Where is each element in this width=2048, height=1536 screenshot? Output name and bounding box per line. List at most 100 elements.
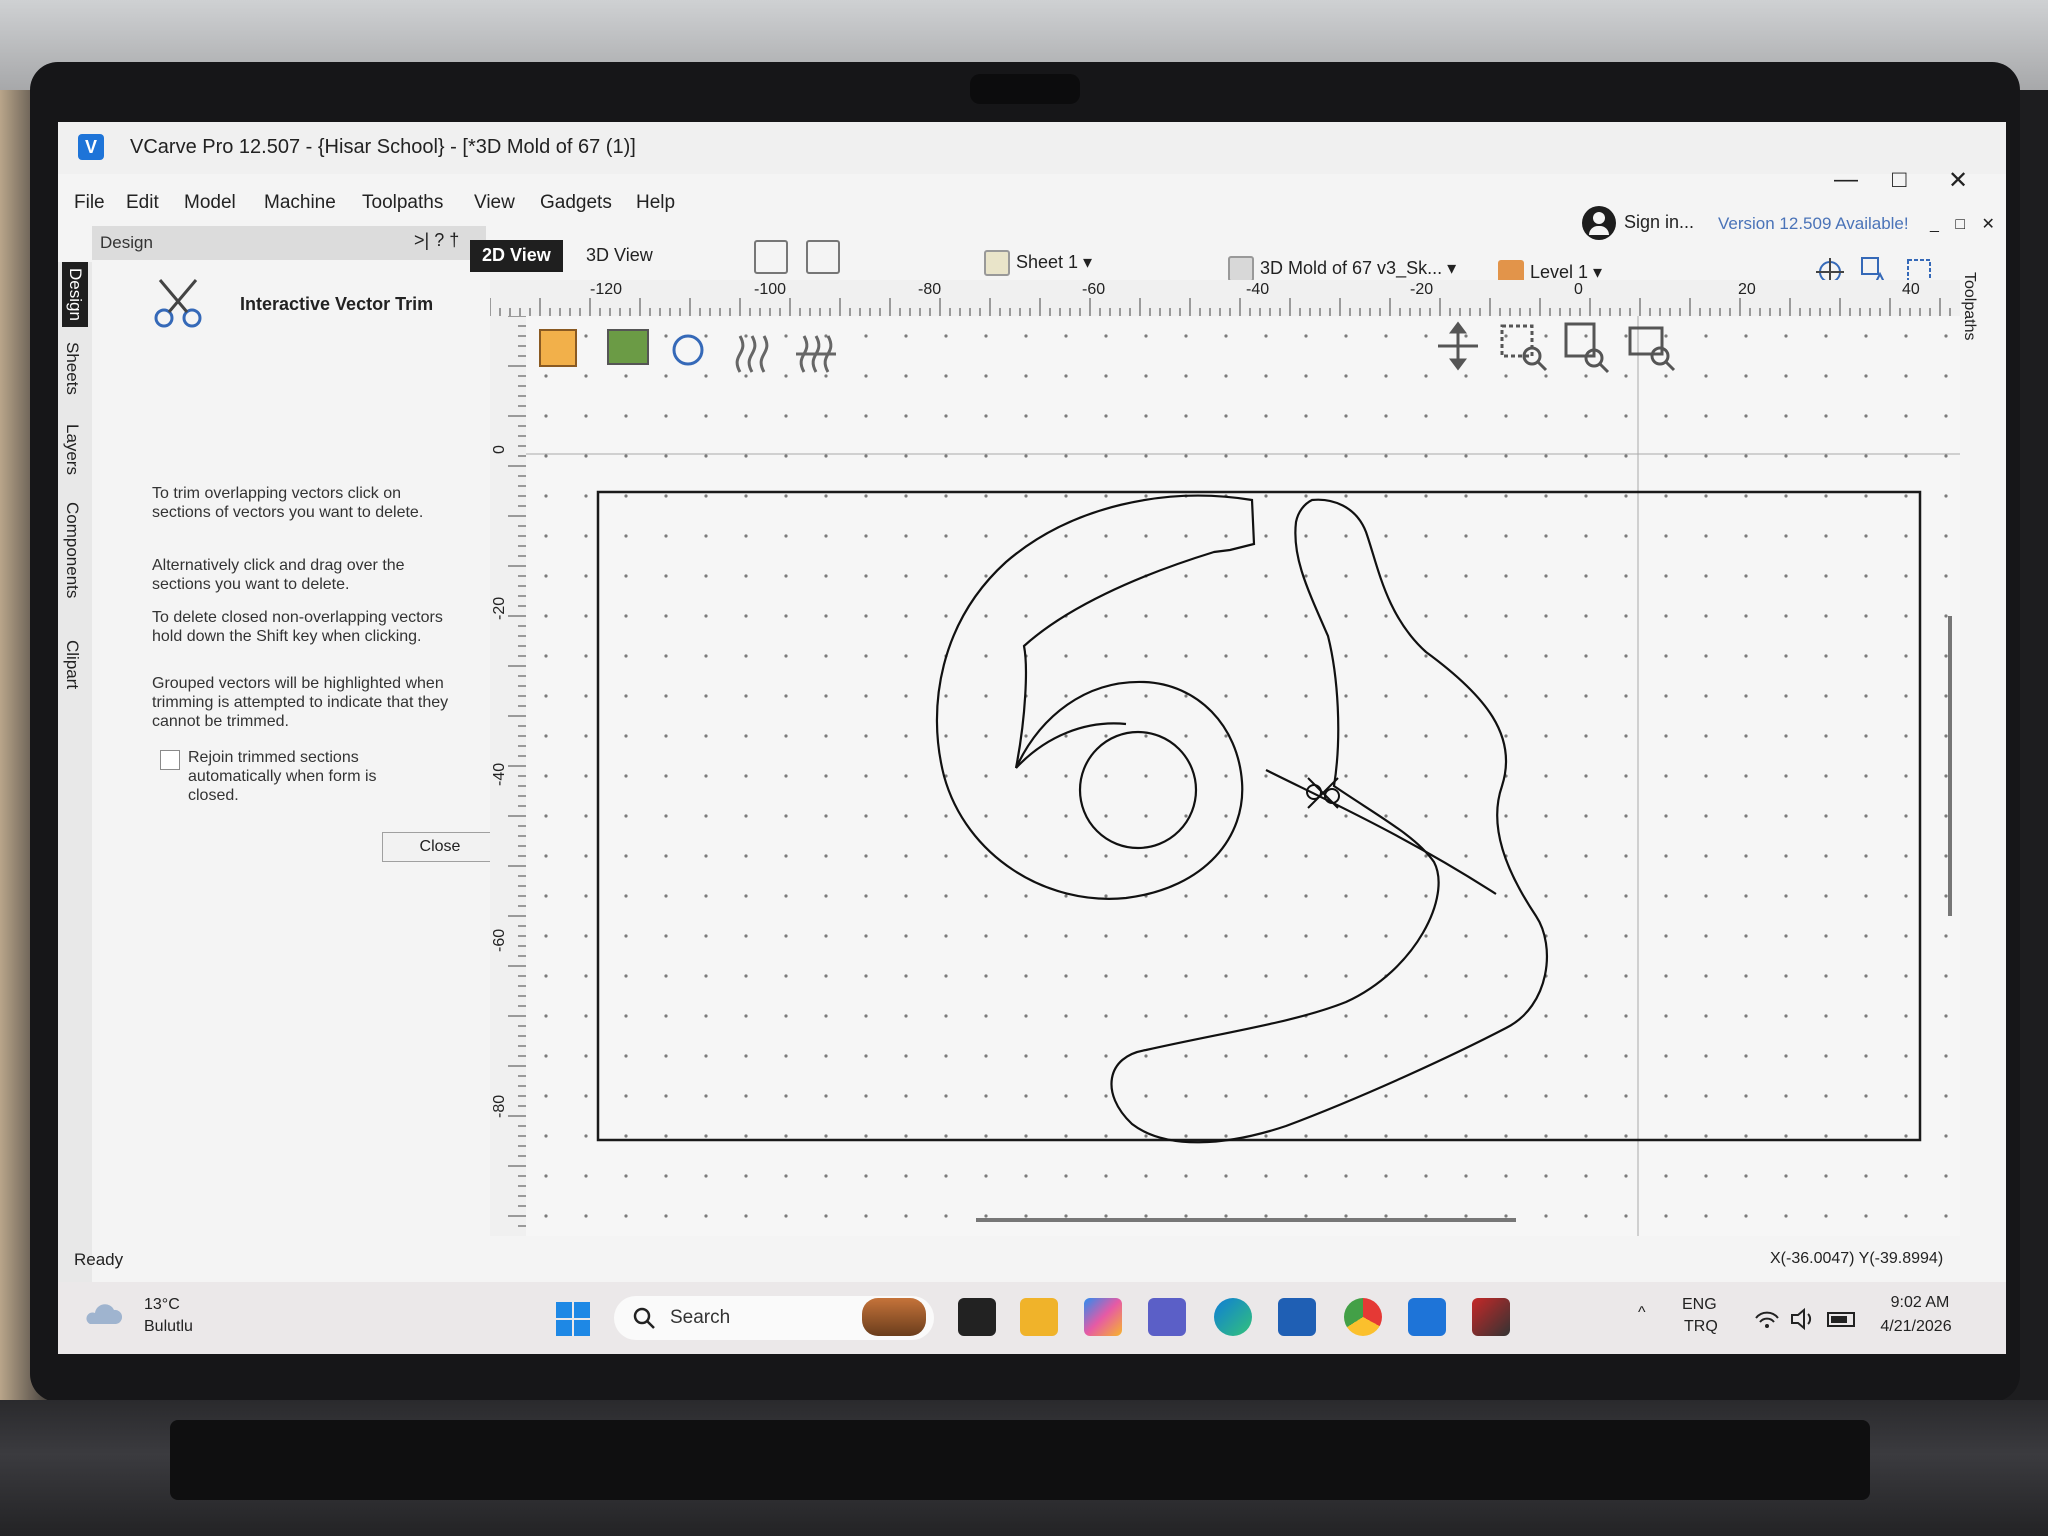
window-title: VCarve Pro 12.507 - {Hisar School} - [*3… — [130, 136, 636, 158]
model-label: 3D Mold of 67 v3_Sk... ▾ — [1260, 257, 1457, 278]
level-label: Level 1 ▾ — [1530, 261, 1603, 282]
panel-pin-icons[interactable]: >| ? † — [414, 230, 459, 251]
sheet-label: Sheet 1 ▾ — [1016, 251, 1093, 272]
ruler-tick-label: -20 — [491, 597, 508, 620]
drawing-workspace[interactable] — [526, 316, 1960, 1236]
menu-bar: File Edit Model Machine Toolpaths View G… — [58, 184, 1558, 224]
file-explorer-icon[interactable] — [1020, 1298, 1058, 1336]
tab-clipart[interactable]: Clipart — [62, 640, 82, 689]
store-icon[interactable] — [1278, 1298, 1316, 1336]
ruler-tick-label: -20 — [1410, 281, 1433, 298]
help-paragraph: Grouped vectors will be highlighted when… — [152, 675, 449, 730]
tray-chevron-icon[interactable]: ^ — [1638, 1304, 1646, 1322]
screen: V VCarve Pro 12.507 - {Hisar School} - [… — [58, 122, 2006, 1354]
ruler-tick-label: 40 — [1902, 281, 1920, 298]
ruler-tick-label: -80 — [918, 281, 941, 298]
windows-start-icon[interactable] — [556, 1302, 590, 1336]
cloud-icon — [86, 1304, 122, 1324]
scissors-icon — [154, 279, 202, 328]
sheet-dropdown[interactable]: Sheet 1 ▾ — [984, 250, 1092, 276]
tab-3d-view[interactable]: 3D View — [574, 240, 665, 272]
tab-2d-view[interactable]: 2D View — [470, 240, 563, 272]
search-icon — [633, 1307, 655, 1329]
close-button[interactable]: Close — [382, 832, 498, 862]
status-text: Ready — [74, 1250, 124, 1269]
clock-date[interactable]: 4/21/2026 — [1866, 1318, 1966, 1336]
split-vertical-icon[interactable] — [806, 240, 840, 274]
split-horizontal-icon[interactable] — [754, 240, 788, 274]
windows-taskbar: 13°C Bulutlu Search ^ ENG TRQ 9:02 AM 4/… — [58, 1282, 2006, 1354]
ruler-tick-label: -60 — [491, 929, 508, 952]
tab-components[interactable]: Components — [62, 502, 82, 598]
webcam — [970, 74, 1080, 104]
vcarve-icon[interactable] — [1408, 1298, 1446, 1336]
rejoin-checkbox[interactable] — [160, 750, 180, 770]
sheet-icon — [984, 250, 1010, 276]
panel-header: Design >| ? † — [92, 226, 486, 260]
drawing-canvas[interactable] — [526, 316, 1960, 1236]
model-dropdown[interactable]: 3D Mold of 67 v3_Sk... ▾ — [1228, 256, 1456, 282]
menu-edit[interactable]: Edit — [126, 192, 159, 214]
app-icon[interactable] — [1472, 1298, 1510, 1336]
ruler-tick-label: 0 — [1574, 281, 1583, 298]
ruler-tick-label: -40 — [1246, 281, 1269, 298]
search-label: Search — [670, 1307, 731, 1328]
vcarve-logo-icon: V — [78, 134, 104, 160]
ruler-tick-label: -120 — [590, 281, 622, 298]
menu-machine[interactable]: Machine — [264, 192, 336, 214]
copilot-icon[interactable] — [1084, 1298, 1122, 1336]
widgets-icon[interactable] — [862, 1298, 926, 1336]
tab-design[interactable]: Design — [62, 262, 88, 327]
version-available-link[interactable]: Version 12.509 Available! — [1718, 214, 1909, 234]
task-view-icon[interactable] — [958, 1298, 996, 1336]
keyboard-edge — [170, 1420, 1870, 1500]
ruler-tick-label: 0 — [491, 445, 508, 454]
language-bottom[interactable]: TRQ — [1684, 1318, 1718, 1336]
side-tab-strip: Design Sheets Layers Components Clipart — [58, 262, 92, 1354]
ruler-tick-label: -60 — [1082, 281, 1105, 298]
volume-icon[interactable] — [1791, 1307, 1812, 1331]
grid-icon[interactable] — [1907, 259, 1931, 283]
design-panel: Design >| ? † Interactive Vector Trim To… — [92, 226, 498, 1286]
menu-file[interactable]: File — [74, 192, 105, 214]
tab-toolpaths[interactable]: Toolpaths — [1960, 272, 1978, 341]
bitmap-icon[interactable] — [607, 329, 649, 365]
tab-layers[interactable]: Layers — [62, 424, 82, 475]
ruler-tick-label: -100 — [754, 281, 786, 298]
clock-time[interactable]: 9:02 AM — [1880, 1294, 1960, 1312]
vertical-ruler: 0 -20 -40 -60 -80 — [490, 316, 526, 1236]
system-tray-icons — [1755, 1307, 1855, 1331]
menu-gadgets[interactable]: Gadgets — [540, 192, 612, 214]
model-icon — [1228, 256, 1254, 282]
menu-model[interactable]: Model — [184, 192, 236, 214]
minimize-button[interactable]: — — [1834, 166, 1858, 194]
chrome-icon[interactable] — [1344, 1298, 1382, 1336]
maximize-button[interactable]: □ — [1892, 166, 1907, 194]
tab-sheets[interactable]: Sheets — [62, 342, 82, 395]
cursor-coordinates: X(-36.0047) Y(-39.8994) — [1770, 1250, 1944, 1267]
tool-title: Interactive Vector Trim — [240, 294, 434, 314]
status-bar: Ready X(-36.0047) Y(-39.8994) — [58, 1246, 2006, 1276]
edge-icon[interactable] — [1214, 1298, 1252, 1336]
help-paragraph: Alternatively click and drag over the se… — [152, 557, 405, 593]
document-window-controls[interactable]: _ □ ✕ — [1930, 214, 2001, 234]
battery-icon[interactable] — [1827, 1312, 1855, 1327]
title-bar: V VCarve Pro 12.507 - {Hisar School} - [… — [58, 122, 2006, 174]
panel-title: Design — [100, 233, 153, 252]
wifi-icon[interactable] — [1755, 1311, 1779, 1328]
ruler-tick-label: -40 — [491, 763, 508, 786]
language-top[interactable]: ENG — [1682, 1296, 1717, 1314]
weather-description[interactable]: Bulutlu — [144, 1318, 193, 1336]
menu-help[interactable]: Help — [636, 192, 675, 214]
ruler-tick-label: -80 — [491, 1095, 508, 1118]
teams-icon[interactable] — [1148, 1298, 1186, 1336]
menu-toolpaths[interactable]: Toolpaths — [362, 192, 443, 214]
ruler-tick-label: 20 — [1738, 281, 1756, 298]
create-3d-icon[interactable] — [539, 329, 577, 367]
user-icon — [1582, 206, 1616, 240]
menu-view[interactable]: View — [474, 192, 515, 214]
sign-in-label: Sign in... — [1624, 212, 1695, 232]
close-window-button[interactable]: ✕ — [1948, 166, 1968, 195]
rejoin-checkbox-label: Rejoin trimmed sections automatically wh… — [188, 749, 377, 804]
weather-temperature[interactable]: 13°C — [144, 1296, 180, 1314]
